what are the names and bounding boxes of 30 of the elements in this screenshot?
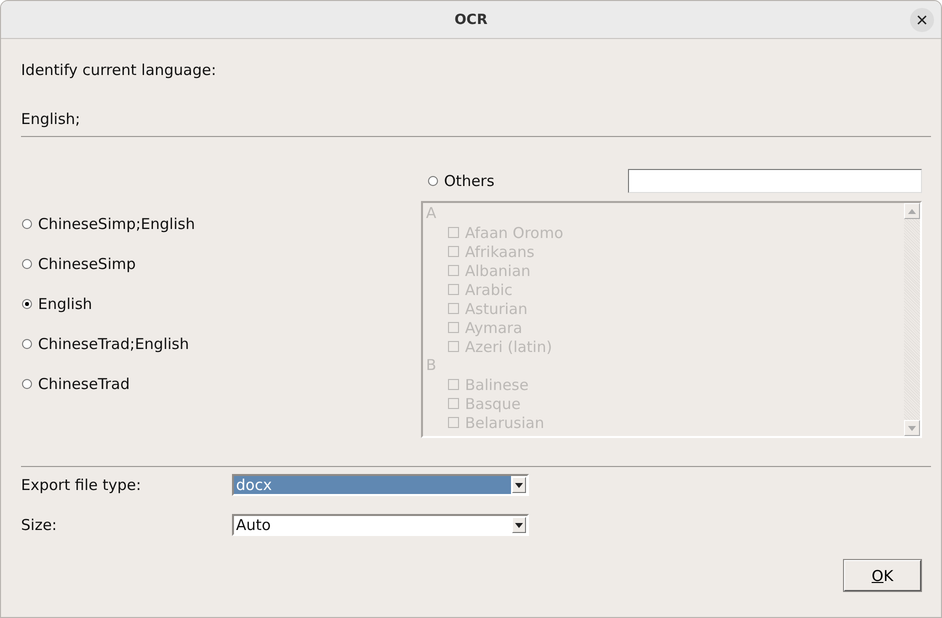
field-label: Export file type: (21, 476, 142, 494)
dropdown[interactable]: Auto (232, 514, 529, 536)
close-icon (917, 15, 927, 25)
radio-label: Others (444, 171, 494, 191)
radio-button[interactable] (428, 176, 438, 186)
radio-button[interactable] (22, 299, 32, 309)
current-language-text: English; (21, 109, 80, 129)
dropdown[interactable]: docx (232, 474, 529, 496)
radio-button[interactable] (22, 219, 32, 229)
up-arrow-icon (908, 208, 916, 214)
down-arrow-icon (515, 482, 523, 488)
other-language-field[interactable] (628, 169, 922, 193)
radio-label: ChineseTrad (38, 374, 130, 394)
close-button[interactable] (910, 8, 934, 32)
radio-button[interactable] (22, 379, 32, 389)
radio-button[interactable] (22, 339, 32, 349)
ok-button[interactable]: OK (844, 560, 921, 591)
radio-label: English (38, 294, 92, 314)
radio-label: ChineseTrad;English (38, 334, 189, 354)
prompt-text: Identify current language: (21, 60, 216, 80)
down-arrow-icon (908, 426, 916, 430)
radio-label: ChineseSimp (38, 254, 136, 274)
radio-button[interactable] (22, 259, 32, 269)
dropdown-arrow-button[interactable] (512, 477, 526, 493)
radio-label: ChineseSimp;English (38, 214, 195, 234)
dropdown-arrow-button[interactable] (512, 517, 526, 533)
dropdown-value: docx (234, 476, 511, 494)
window-title: OCR (454, 12, 488, 28)
down-arrow-icon (515, 522, 523, 528)
field-label: Size: (21, 516, 58, 534)
